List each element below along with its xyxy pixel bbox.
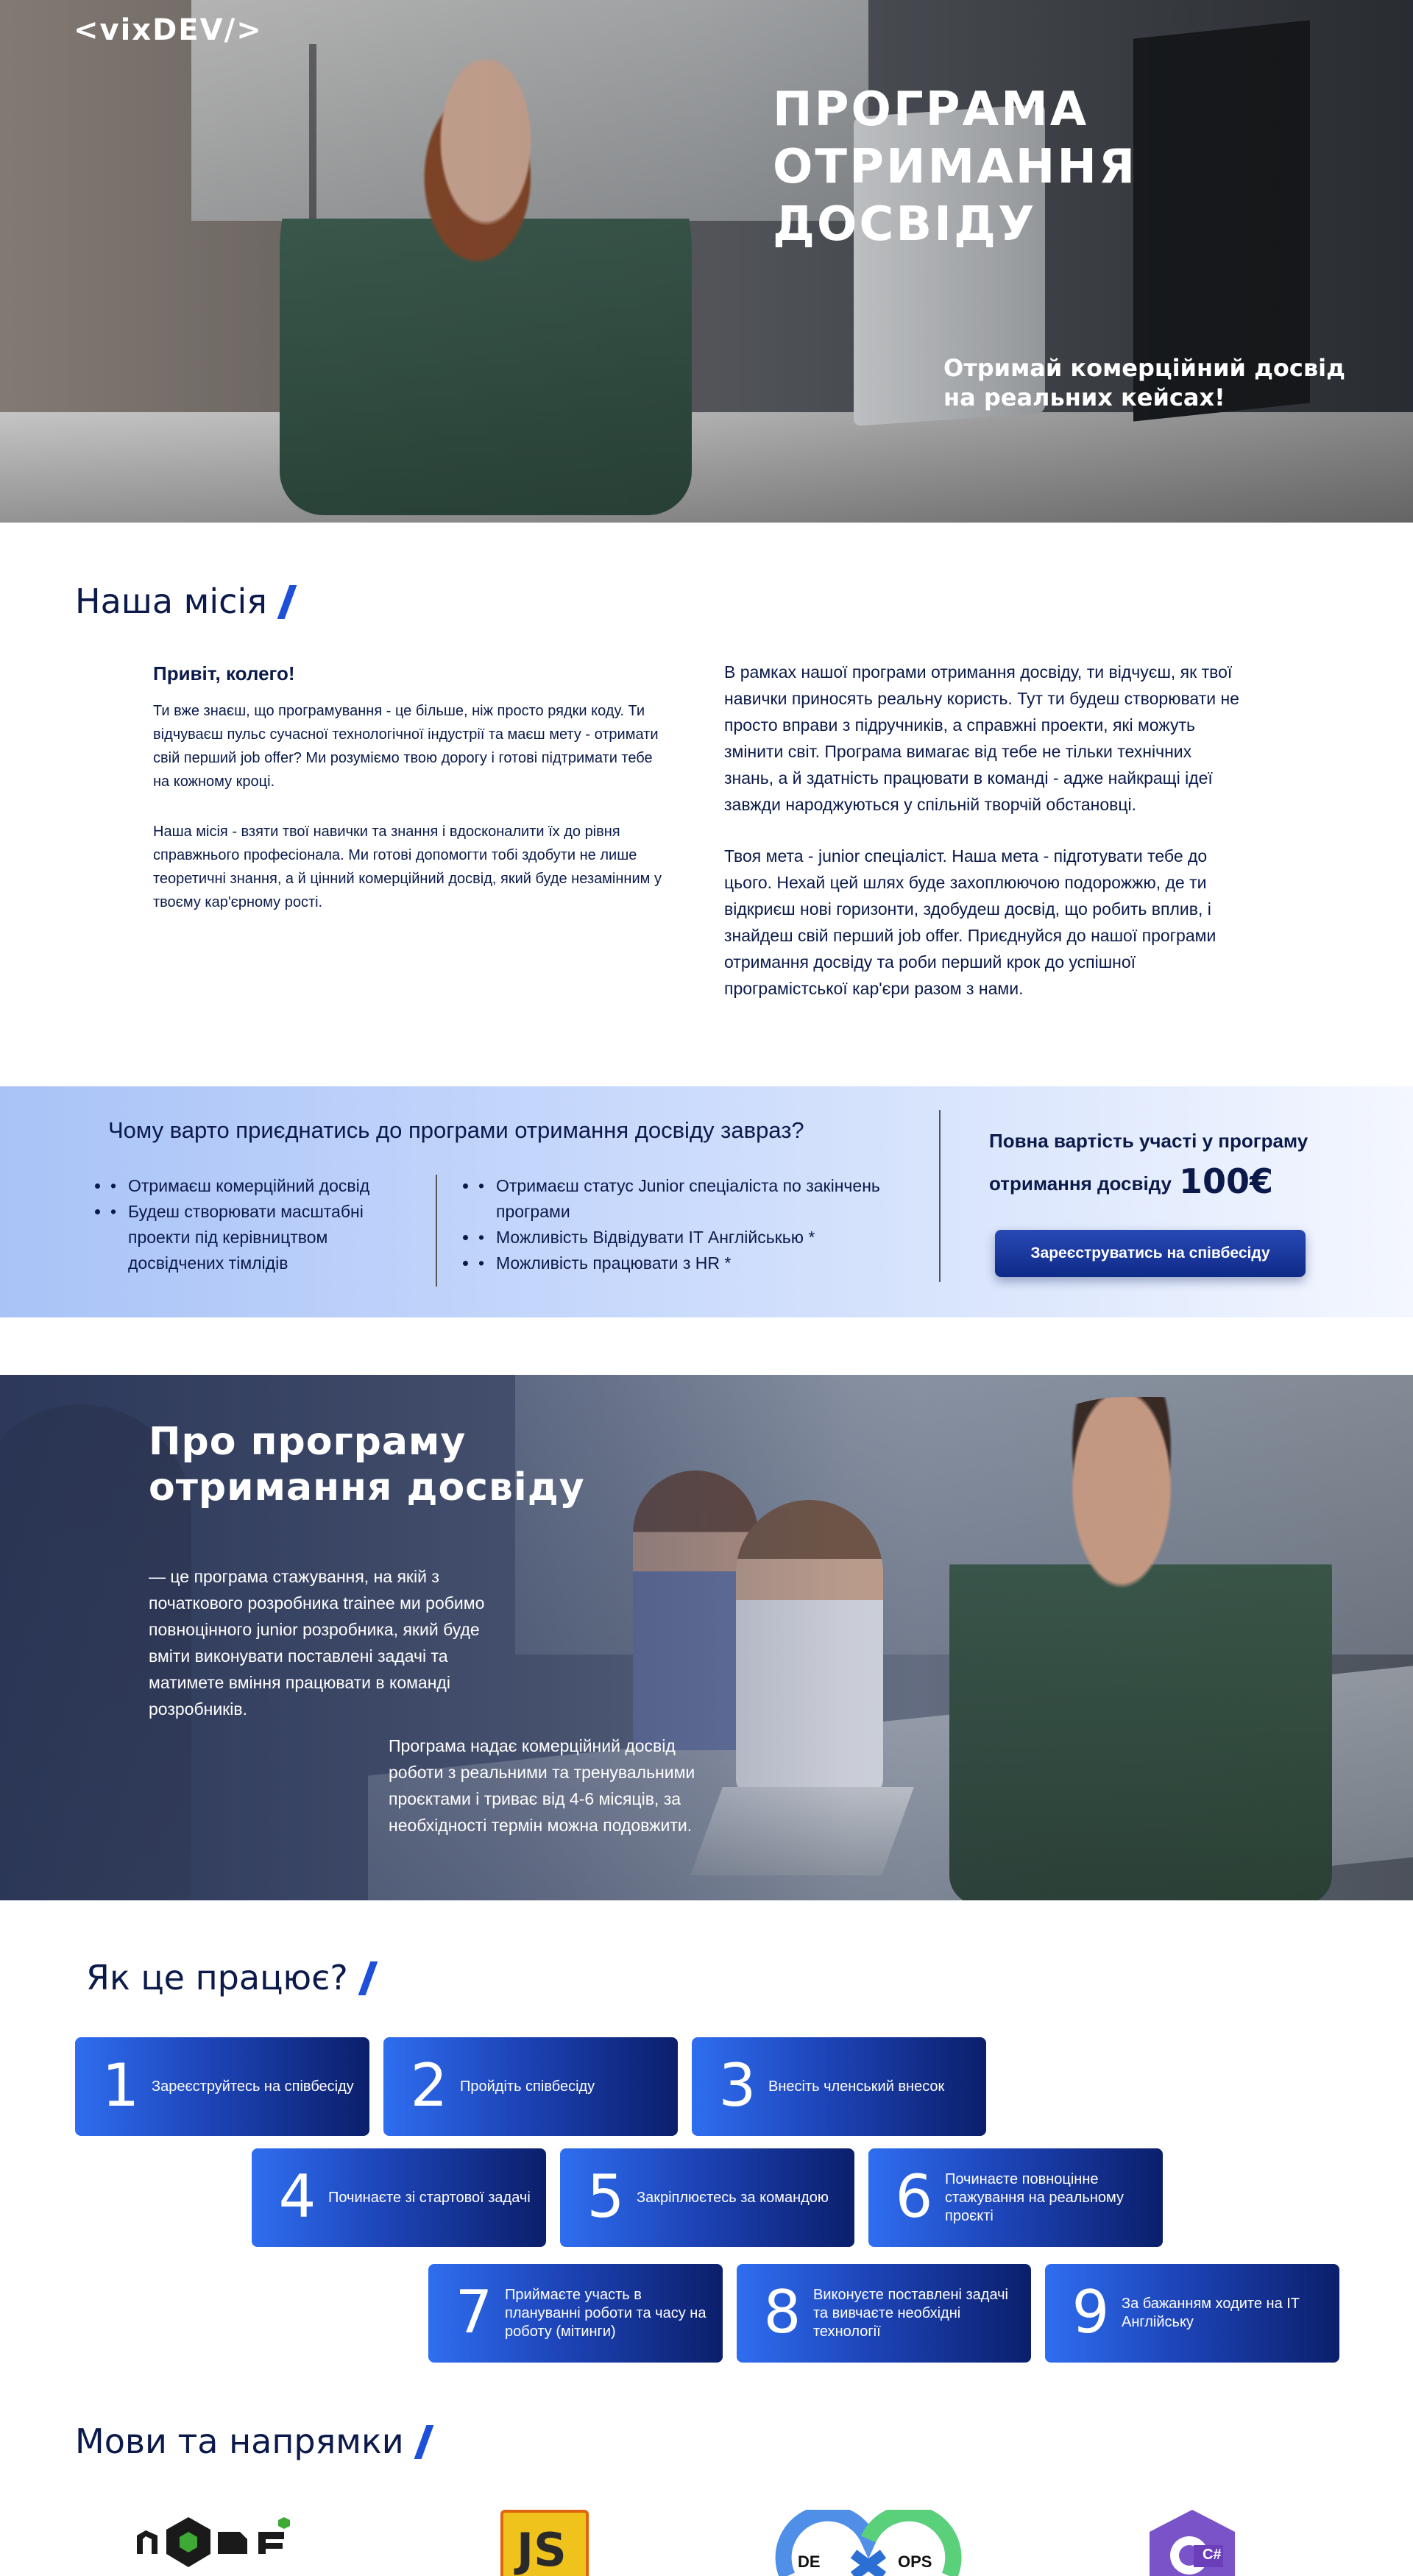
step-card: 1 Зареєструйтесь на співбесіду	[75, 2037, 369, 2136]
step-text: Приймаєте участь в плануванні роботи та …	[505, 2286, 706, 2340]
site-logo[interactable]: <vixDEV/>	[74, 13, 263, 47]
benefit-item: Отримаєш комерційний досвід	[110, 1173, 419, 1199]
step-card: 9 За бажанням ходите на IT Англійську	[1045, 2264, 1339, 2363]
slash-accent-icon	[358, 1961, 378, 1995]
languages-heading-text: Мови та напрямки	[75, 2421, 404, 2461]
step-card: 7 Приймаєте участь в плануванні роботи та…	[428, 2264, 723, 2363]
hero-section	[0, 0, 1413, 523]
nodejs-icon	[137, 2517, 290, 2567]
about-paragraph-2: Програма надає комерційний досвід роботи…	[389, 1736, 695, 1835]
mission-heading: Наша місія	[75, 581, 297, 621]
step-text: Внесіть членський внесок	[768, 2078, 945, 2095]
benefits-divider	[436, 1175, 437, 1287]
mission-heading-text: Наша місія	[75, 581, 267, 621]
step-text: Починаєте повноцінне стажування на реаль…	[945, 2170, 1124, 2224]
mission-right-text: В рамках нашої програми отримання досвід…	[724, 659, 1239, 1027]
step-card: 3 Внесіть членський внесок	[692, 2037, 986, 2136]
step-number: 2	[410, 2051, 448, 2120]
step-number: 7	[455, 2278, 493, 2346]
hero-title: ПРОГРАМА ОТРИМАННЯ ДОСВІДУ	[773, 82, 1138, 252]
price-block: Повна вартість участі у програму отриман…	[989, 1120, 1357, 1204]
devops-icon-label-right: OPS	[898, 2552, 932, 2571]
step-number: 4	[278, 2162, 316, 2231]
hero-subtitle: Отримай комерційний досвід на реальних к…	[943, 354, 1345, 411]
how-it-works-heading: Як це працює?	[86, 1958, 378, 1998]
price-divider	[939, 1110, 941, 1282]
slash-accent-icon	[277, 585, 297, 619]
step-text: Закріплюєтесь за командою	[637, 2189, 829, 2206]
step-text: Пройдіть співбесіду	[460, 2078, 595, 2095]
javascript-icon-label: JS	[517, 2523, 567, 2576]
mission-right-paragraph: Твоя мета - junior спеціаліст. Наша мета…	[724, 846, 1217, 998]
slash-accent-icon	[414, 2425, 434, 2459]
benefit-item: Отримаєш статус Junior спеціаліста по за…	[478, 1173, 890, 1225]
step-text: За бажанням ходите на IT Англійську	[1122, 2296, 1300, 2330]
benefits-list-left: Отримаєш комерційний досвід Будеш створю…	[110, 1173, 419, 1276]
step-text: Зареєструйтесь на співбесіду	[152, 2078, 354, 2095]
benefit-item: Можливість Відвідувати IT Англійськью *	[478, 1225, 890, 1250]
csharp-icon: C#	[1148, 2510, 1236, 2576]
step-card: 6 Починаєте повноцінне стажування на реал…	[868, 2148, 1163, 2247]
step-number: 3	[718, 2051, 757, 2120]
about-paragraph-1: — це програма стажування, на якій з поча…	[149, 1567, 485, 1719]
csharp-icon-label: C#	[1203, 2547, 1222, 2563]
about-heading: Про програму отримання досвіду	[149, 1420, 585, 1510]
step-card: 2 Пройдіть співбесіду	[383, 2037, 678, 2136]
mission-left-text: Ти вже знаєш, що програмування - це біль…	[153, 699, 668, 941]
benefits-list-right: Отримаєш статус Junior спеціаліста по за…	[478, 1173, 890, 1276]
step-number: 8	[763, 2278, 801, 2346]
step-text: Починаєте зі стартової задачі	[328, 2189, 531, 2206]
step-text: Виконуєте поставлені задачі та вивчаєте …	[813, 2286, 1008, 2340]
step-card: 8 Виконуєте поставлені задачі та вивчаєте…	[737, 2264, 1031, 2363]
step-number: 9	[1072, 2278, 1110, 2346]
mission-right-paragraph: В рамках нашої програми отримання досвід…	[724, 662, 1239, 814]
benefit-item: Можливість працювати з HR *	[478, 1250, 890, 1276]
why-join-heading: Чому варто приєднатись до програми отрим…	[108, 1117, 804, 1143]
how-it-works-heading-text: Як це працює?	[86, 1958, 348, 1998]
csharp-icon-graphic	[1150, 2510, 1235, 2576]
mission-left-paragraph: Наша місія - взяти твої навички та знанн…	[153, 824, 662, 910]
page: <vixDEV/> ПРОГРАМА ОТРИМАННЯ ДОСВІДУ Отр…	[0, 0, 1413, 2576]
hero-overlay	[0, 0, 1413, 523]
step-card: 4 Починаєте зі стартової задачі	[252, 2148, 546, 2247]
step-number: 6	[895, 2162, 933, 2231]
devops-icon: DE OPS	[773, 2505, 964, 2576]
mission-left-paragraph: Ти вже знаєш, що програмування - це біль…	[153, 703, 659, 790]
mission-greeting: Привіт, колего!	[153, 662, 295, 684]
step-number: 5	[587, 2162, 625, 2231]
register-interview-button[interactable]: Зареєструватись на співбесіду	[995, 1230, 1306, 1277]
javascript-icon: JS	[500, 2510, 589, 2576]
step-card: 5 Закріплюєтесь за командою	[560, 2148, 854, 2247]
benefit-item: Будеш створювати масштабні проекти під к…	[110, 1199, 419, 1276]
price-value: 100€	[1178, 1161, 1274, 1201]
devops-icon-label-left: DE	[798, 2552, 821, 2571]
languages-heading: Мови та напрямки	[75, 2421, 434, 2461]
step-number: 1	[102, 2051, 140, 2120]
